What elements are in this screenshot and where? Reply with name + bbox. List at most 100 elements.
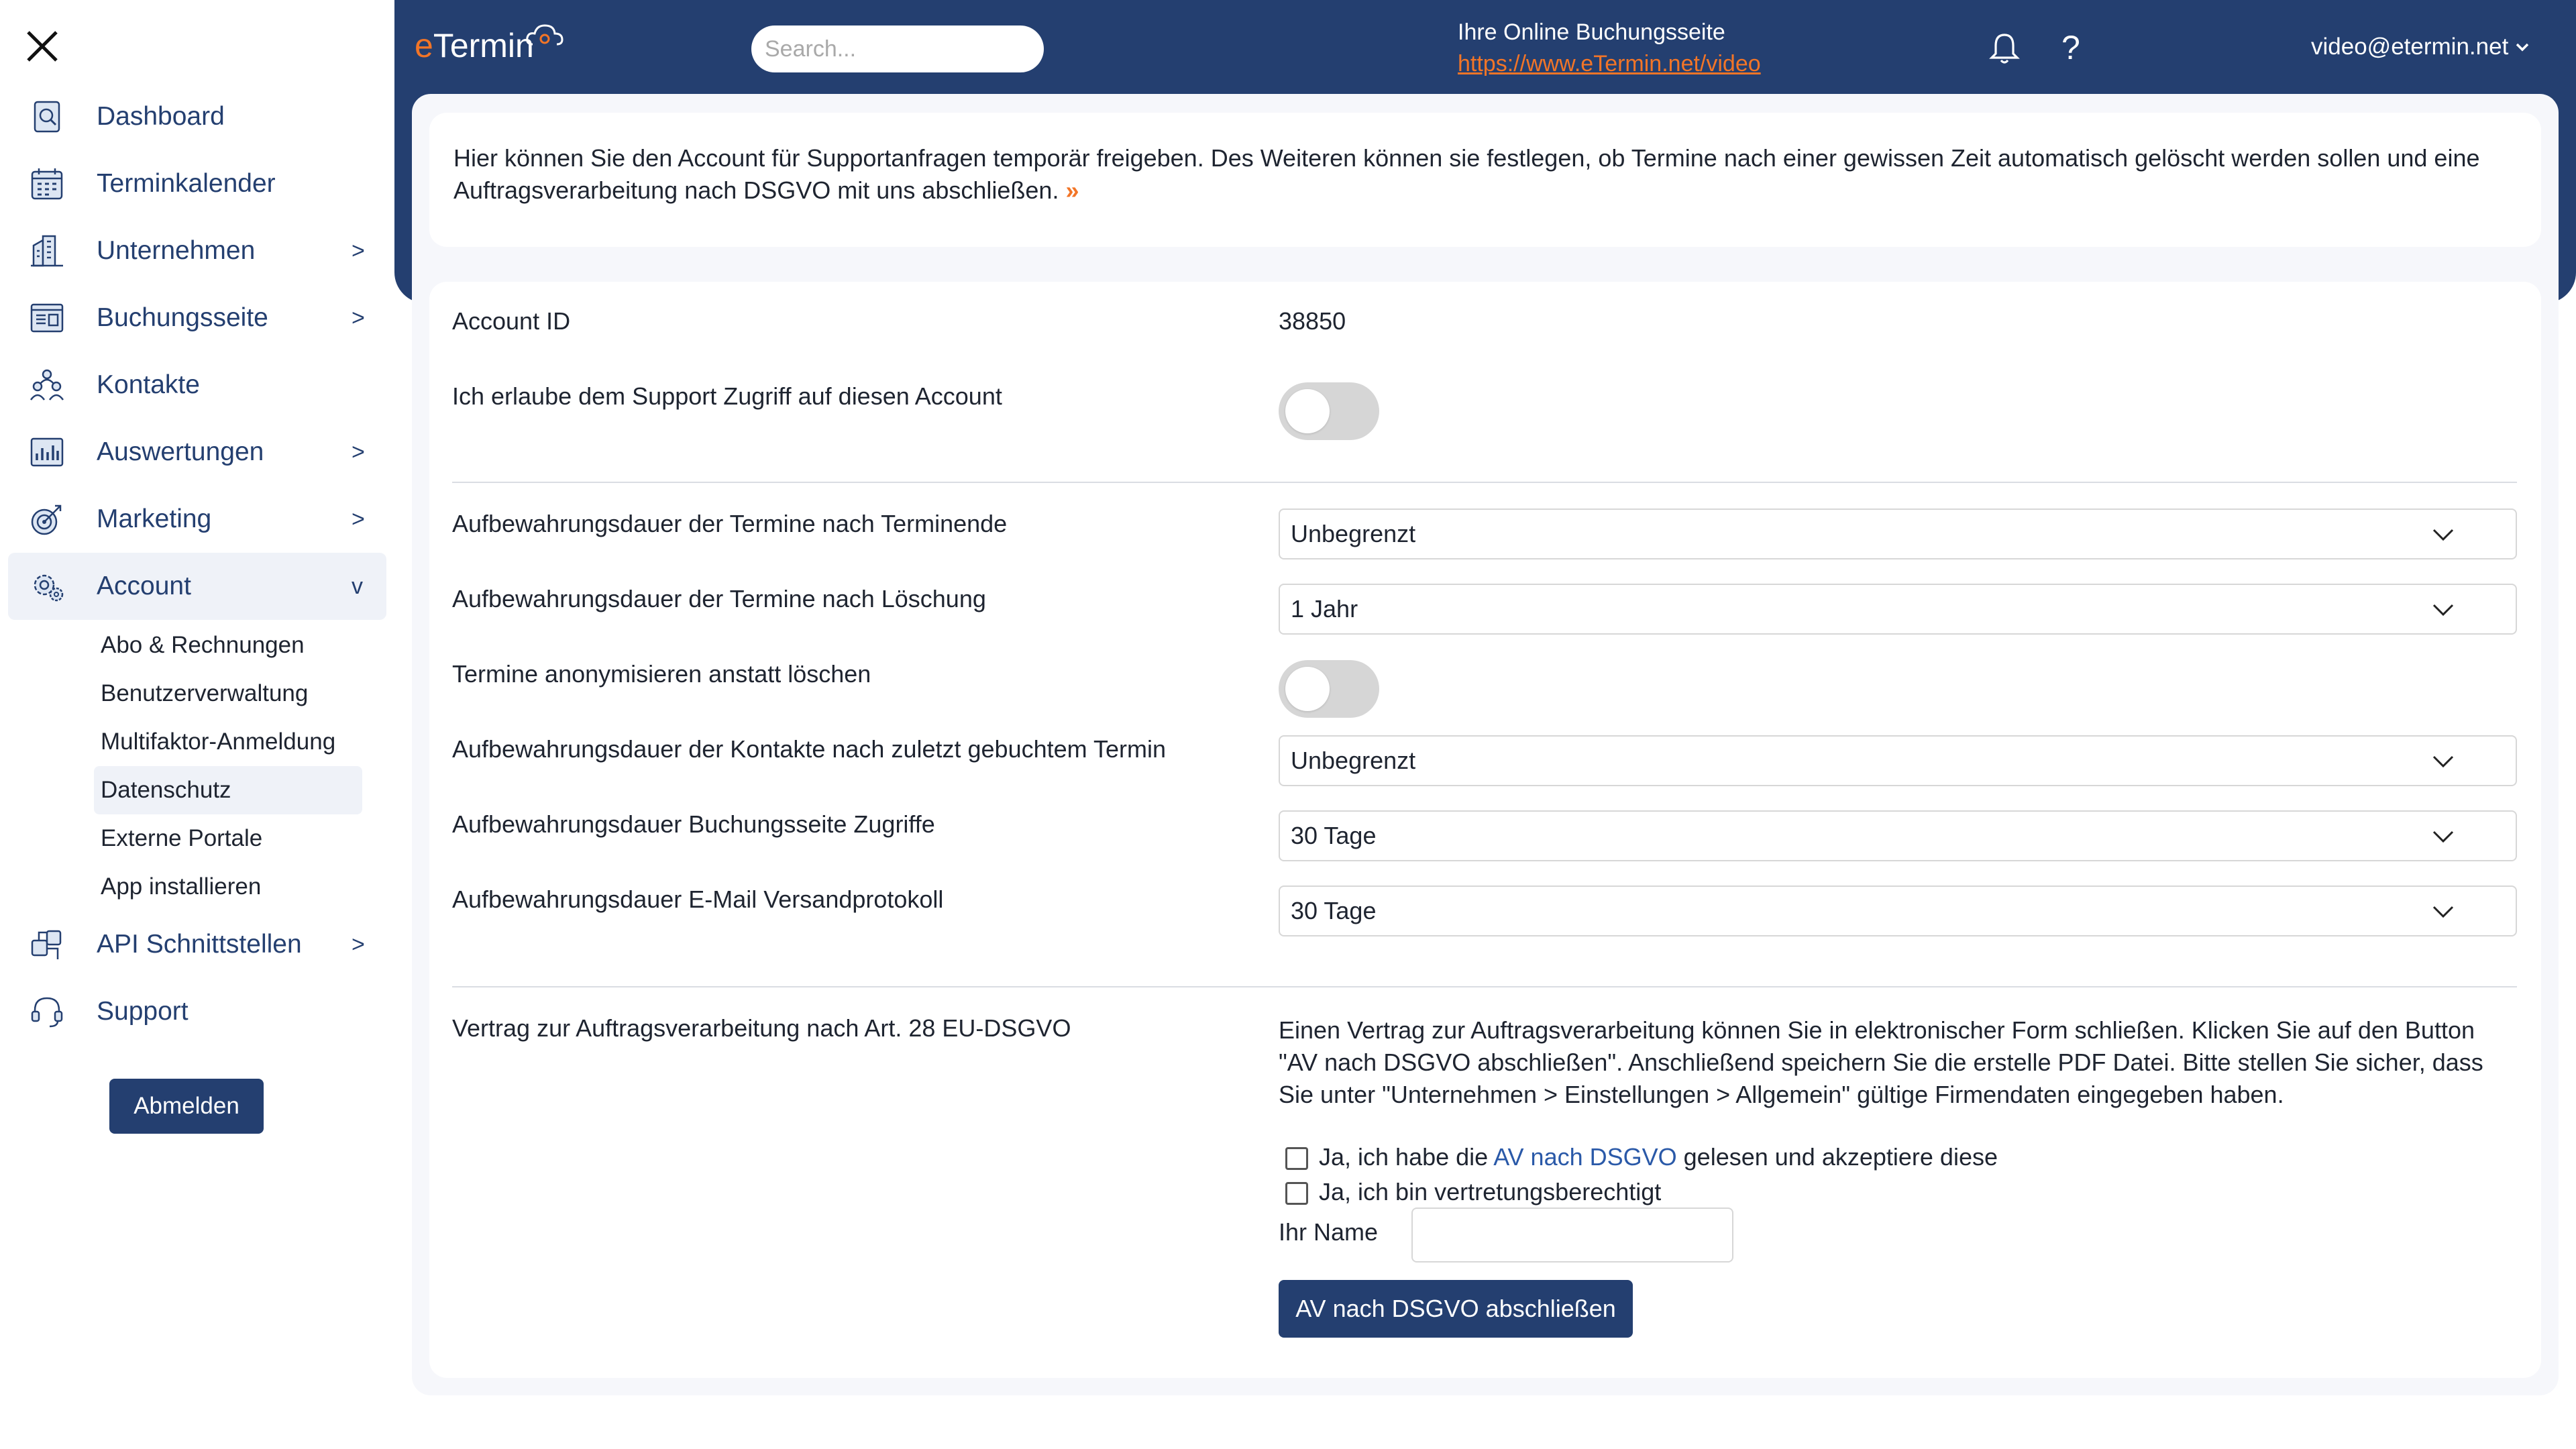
booking-page-link[interactable]: https://www.eTermin.net/video <box>1458 48 1761 79</box>
divider <box>452 986 2517 987</box>
av-contract-description: Einen Vertrag zur Auftragsverarbeitung k… <box>1279 1016 2483 1108</box>
sidebar-nav-bottom: API Schnittstellen > Support <box>8 911 386 1045</box>
sidebar-item-label: Marketing <box>97 504 212 533</box>
toggle-knob <box>1285 389 1330 433</box>
sidebar-item-auswertungen[interactable]: Auswertungen > <box>8 419 386 486</box>
retention-end-select[interactable]: Unbegrenzt <box>1279 508 2517 559</box>
sidebar-item-kontakte[interactable]: Kontakte <box>8 352 386 419</box>
account-gear-icon <box>34 574 64 602</box>
sidebar-item-label: Buchungsseite <box>97 303 268 332</box>
sidebar-item-label: Auswertungen <box>97 437 264 466</box>
sidebar-item-account[interactable]: Account v <box>8 553 386 620</box>
subnav-item-app-installieren[interactable]: App installieren <box>94 863 362 911</box>
api-icon <box>31 930 62 959</box>
sidebar-chevron: > <box>352 305 365 331</box>
user-menu[interactable]: video@etermin.net <box>2311 34 2530 60</box>
select-value: Unbegrenzt <box>1291 520 1416 547</box>
sidebar-item-label: Terminkalender <box>97 169 276 198</box>
chevron-down-icon <box>2432 755 2454 768</box>
sidebar: Dashboard Terminkalender Unternehmen > B… <box>0 0 394 1449</box>
sidebar-chevron: > <box>352 439 365 465</box>
sidebar-chevron: > <box>352 506 365 532</box>
sidebar-item-unternehmen[interactable]: Unternehmen > <box>8 217 386 284</box>
account-subnav: Abo & Rechnungen Benutzerverwaltung Mult… <box>94 621 362 911</box>
sidebar-item-terminkalender[interactable]: Terminkalender <box>8 150 386 217</box>
building-icon <box>31 235 63 267</box>
support-access-label: Ich erlaube dem Support Zugriff auf dies… <box>452 382 1002 410</box>
sidebar-item-label: Kontakte <box>97 370 200 399</box>
av-link[interactable]: AV nach DSGVO <box>1493 1143 1676 1171</box>
select-value: 30 Tage <box>1291 897 1377 924</box>
retention-contacts-select[interactable]: Unbegrenzt <box>1279 735 2517 786</box>
retention-booking-label: Aufbewahrungsdauer Buchungsseite Zugriff… <box>452 810 935 838</box>
name-input[interactable] <box>1411 1208 1733 1263</box>
intro-text: Hier können Sie den Account für Supporta… <box>453 144 2480 204</box>
sidebar-item-label: Unternehmen <box>97 236 256 265</box>
retention-email-label: Aufbewahrungsdauer E-Mail Versandprotoko… <box>452 885 944 913</box>
logout-button[interactable]: Abmelden <box>109 1079 264 1134</box>
chevron-down-icon <box>2516 43 2529 52</box>
accept-av-label: Ja, ich habe die AV nach DSGVO gelesen u… <box>1319 1143 1998 1171</box>
select-value: Unbegrenzt <box>1291 747 1416 774</box>
search-input[interactable] <box>751 25 1044 72</box>
sidebar-item-support[interactable]: Support <box>8 978 386 1045</box>
chevron-down-icon <box>2432 529 2454 541</box>
accept-av-text-end: gelesen und akzeptiere diese <box>1676 1143 1998 1171</box>
retention-contacts-label: Aufbewahrungsdauer der Kontakte nach zul… <box>452 735 1166 763</box>
sidebar-item-marketing[interactable]: Marketing > <box>8 486 386 553</box>
sidebar-item-label: Support <box>97 997 189 1026</box>
sidebar-item-label: Dashboard <box>97 102 225 131</box>
authorized-checkbox[interactable] <box>1285 1182 1308 1205</box>
anonymize-toggle[interactable] <box>1279 660 1379 718</box>
sidebar-nav: Dashboard Terminkalender Unternehmen > B… <box>8 83 386 620</box>
contacts-icon <box>30 369 64 400</box>
conclude-av-button[interactable]: AV nach DSGVO abschließen <box>1279 1280 1633 1338</box>
subnav-item-externe-portale[interactable]: Externe Portale <box>94 814 362 863</box>
select-value: 30 Tage <box>1291 822 1377 849</box>
chevron-down-icon <box>2432 604 2454 616</box>
subnav-item-abo[interactable]: Abo & Rechnungen <box>94 621 362 669</box>
logo-text: Termin <box>433 27 534 64</box>
user-email: video@etermin.net <box>2311 34 2509 60</box>
accept-av-checkbox[interactable] <box>1285 1147 1308 1170</box>
dashboard-icon <box>34 101 60 133</box>
sidebar-item-label: Account <box>97 572 191 600</box>
subnav-item-benutzerverwaltung[interactable]: Benutzerverwaltung <box>94 669 362 718</box>
booking-page-info: Ihre Online Buchungsseite https://www.eT… <box>1458 16 1761 79</box>
divider <box>452 482 2517 483</box>
account-id-value: 38850 <box>1279 307 1346 335</box>
retention-deletion-label: Aufbewahrungsdauer der Termine nach Lösc… <box>452 585 986 612</box>
booking-page-icon <box>30 303 64 333</box>
marketing-icon <box>31 504 62 535</box>
close-icon[interactable] <box>25 30 59 63</box>
calendar-icon <box>31 168 63 200</box>
bell-icon[interactable] <box>1988 31 2021 66</box>
help-icon[interactable]: ? <box>2061 24 2080 71</box>
authorized-label: Ja, ich bin vertretungsberechtigt <box>1319 1178 1662 1205</box>
logo-e: e <box>415 27 433 64</box>
analytics-icon <box>30 437 64 467</box>
sidebar-item-buchungsseite[interactable]: Buchungsseite > <box>8 284 386 352</box>
retention-end-label: Aufbewahrungsdauer der Termine nach Term… <box>452 510 1008 537</box>
sidebar-item-api[interactable]: API Schnittstellen > <box>8 911 386 978</box>
etermin-logo[interactable]: e Termin <box>415 19 564 72</box>
toggle-knob <box>1285 667 1330 711</box>
support-access-toggle[interactable] <box>1279 382 1379 440</box>
retention-email-select[interactable]: 30 Tage <box>1279 885 2517 936</box>
sidebar-item-label: API Schnittstellen <box>97 930 302 959</box>
booking-page-title: Ihre Online Buchungsseite <box>1458 19 1725 45</box>
subnav-item-datenschutz[interactable]: Datenschutz <box>94 766 362 814</box>
sidebar-chevron: > <box>352 931 365 957</box>
anonymize-label: Termine anonymisieren anstatt löschen <box>452 660 871 688</box>
select-value: 1 Jahr <box>1291 595 1358 623</box>
chevron-down-icon <box>2432 906 2454 918</box>
subnav-item-multifaktor[interactable]: Multifaktor-Anmeldung <box>94 718 362 766</box>
name-label: Ihr Name <box>1279 1218 1379 1246</box>
retention-deletion-select[interactable]: 1 Jahr <box>1279 584 2517 635</box>
top-bar: eTermin Ihre Online Buchungsseite https:… <box>394 0 2576 91</box>
expand-more-icon[interactable]: » <box>1065 176 1079 204</box>
sidebar-item-dashboard[interactable]: Dashboard <box>8 83 386 150</box>
cloud-icon <box>526 24 564 46</box>
chevron-down-icon <box>2432 830 2454 843</box>
retention-booking-select[interactable]: 30 Tage <box>1279 810 2517 861</box>
